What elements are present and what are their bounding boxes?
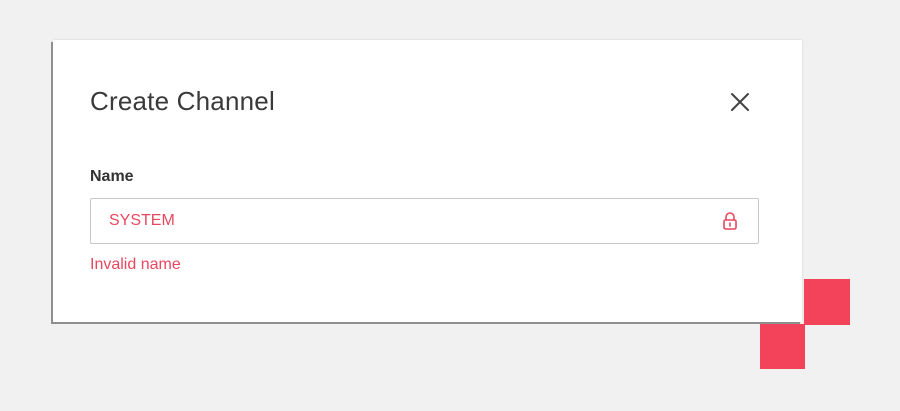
create-channel-dialog: Create Channel Name Invalid name — [53, 40, 802, 322]
decorative-square — [804, 279, 850, 325]
lock-icon — [723, 212, 737, 230]
name-input-wrapper — [90, 198, 759, 244]
dialog-title: Create Channel — [90, 86, 275, 116]
decorative-square — [760, 324, 805, 369]
name-input[interactable] — [109, 199, 709, 243]
close-icon — [731, 93, 749, 111]
close-button[interactable] — [726, 88, 754, 116]
stage: Create Channel Name Invalid name — [0, 0, 900, 411]
name-error-message: Invalid name — [90, 256, 181, 273]
name-field-label: Name — [90, 168, 134, 185]
